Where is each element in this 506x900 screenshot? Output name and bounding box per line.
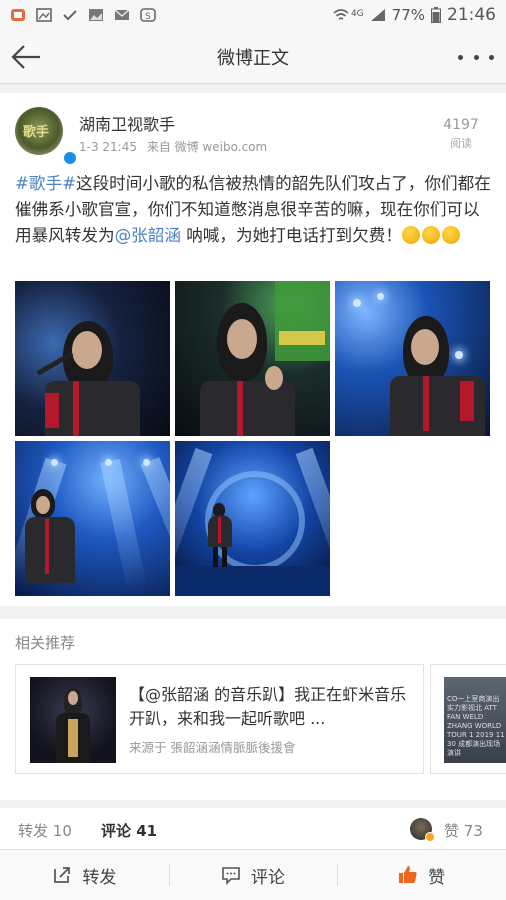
post-text: #歌手#这段时间小歌的私信被热情的韶先队们攻占了，你们都在催佛系小歌官宣，你们不… xyxy=(15,171,495,249)
post-image-3[interactable] xyxy=(335,281,490,436)
avatar-logo-text: 歌手 xyxy=(23,125,50,140)
source-prefix: 来自 xyxy=(146,140,171,154)
status-bar: S 4G 77% 21:46 xyxy=(0,0,506,30)
clock: 21:46 xyxy=(447,5,496,25)
post-source: 微博 weibo.com xyxy=(174,140,268,154)
like-button[interactable]: 赞 xyxy=(337,850,506,900)
card-2-text: CO一上室商演出实力影视北 ATT FAN WELD ZHANG WORLD T… xyxy=(447,695,505,757)
related-recommendations: 相关推荐 【@张韶涵 的音乐趴】我正在虾米音乐开趴，来和我一起听歌吧 ... 来… xyxy=(0,619,506,800)
verified-badge-icon xyxy=(62,150,78,166)
card-title: 【@张韶涵 的音乐趴】我正在虾米音乐开趴，来和我一起听歌吧 ... xyxy=(129,685,407,728)
message-app-icon: S xyxy=(140,8,156,22)
shocked-emoji-icon xyxy=(421,226,440,244)
comment-tab-label: 评论 xyxy=(101,822,132,840)
title-bar: 微博正文 xyxy=(0,30,506,84)
card-thumbnail xyxy=(30,677,116,763)
check-icon xyxy=(63,10,77,21)
dot-icon xyxy=(473,54,479,60)
read-count-label: 阅读 xyxy=(450,137,472,150)
post-image-1[interactable] xyxy=(15,281,170,436)
wifi-icon xyxy=(333,9,349,20)
related-card-2[interactable]: CO一上室商演出实力影视北 ATT FAN WELD ZHANG WORLD T… xyxy=(430,664,506,774)
thumbs-up-icon xyxy=(399,866,417,883)
network-type: 4G xyxy=(350,9,364,19)
image-notification-icon xyxy=(36,8,52,22)
post-text-part2: 呐喊，为她打电话打到欠费！ xyxy=(180,226,402,245)
mention-link[interactable]: @张韶涵 xyxy=(115,226,181,245)
like-label: 赞 xyxy=(428,867,446,888)
dot-icon xyxy=(489,54,494,60)
post-image-4[interactable] xyxy=(15,441,170,596)
comment-label: 评论 xyxy=(251,867,285,888)
app-notification-icon xyxy=(11,9,25,21)
more-options-button[interactable] xyxy=(458,44,494,70)
repost-button[interactable]: 转发 xyxy=(0,850,169,900)
like-tab[interactable]: 赞 73 xyxy=(444,820,483,841)
interaction-counts: 转发 10 评论 41 赞 73 xyxy=(0,808,506,850)
related-card[interactable]: 【@张韶涵 的音乐趴】我正在虾米音乐开趴，来和我一起听歌吧 ... 来源于 張韶… xyxy=(15,664,424,774)
battery-icon xyxy=(431,7,441,23)
dot-icon xyxy=(458,54,463,60)
post-image-2[interactable] xyxy=(175,281,330,436)
signal-icon xyxy=(370,9,385,21)
battery-percent: 77% xyxy=(391,6,425,24)
repost-tab[interactable]: 转发 10 xyxy=(18,820,72,841)
read-count-number: 4197 xyxy=(443,117,479,133)
photo-icon xyxy=(89,9,103,21)
weibo-post: 歌手 湖南卫视歌手 1-3 21:45 来自 微博 weibo.com 4197… xyxy=(0,93,506,606)
author-name[interactable]: 湖南卫视歌手 xyxy=(79,111,175,135)
action-bar: 转发 评论 赞 xyxy=(0,850,506,900)
comment-button[interactable]: 评论 xyxy=(168,850,338,900)
post-time: 1-3 21:45 xyxy=(79,140,137,154)
repost-tab-label: 转发 xyxy=(18,822,49,840)
related-title: 相关推荐 xyxy=(15,634,76,652)
mail-icon xyxy=(114,9,130,20)
like-count: 73 xyxy=(463,822,483,840)
back-arrow-icon[interactable] xyxy=(10,42,44,72)
shocked-emoji-icon xyxy=(441,226,460,244)
repost-count: 10 xyxy=(52,822,72,840)
like-tab-label: 赞 xyxy=(444,822,460,840)
post-image-5[interactable] xyxy=(175,441,330,596)
comment-icon xyxy=(222,867,240,885)
svg-text:S: S xyxy=(145,12,151,22)
repost-icon xyxy=(54,867,71,883)
author-avatar[interactable]: 歌手 xyxy=(15,107,78,166)
post-meta: 1-3 21:45 来自 微博 weibo.com xyxy=(79,138,267,155)
repost-label: 转发 xyxy=(82,867,117,888)
page-title: 微博正文 xyxy=(217,47,289,69)
shocked-emoji-icon xyxy=(401,226,420,244)
comment-tab[interactable]: 评论 41 xyxy=(101,820,157,841)
comment-count: 41 xyxy=(136,822,158,840)
topic-link[interactable]: #歌手# xyxy=(15,174,76,193)
liker-badge-icon xyxy=(425,832,435,842)
card-source: 来源于 張韶涵涵情脈脈後援會 xyxy=(129,740,296,755)
read-count: 4197 阅读 xyxy=(436,117,486,151)
